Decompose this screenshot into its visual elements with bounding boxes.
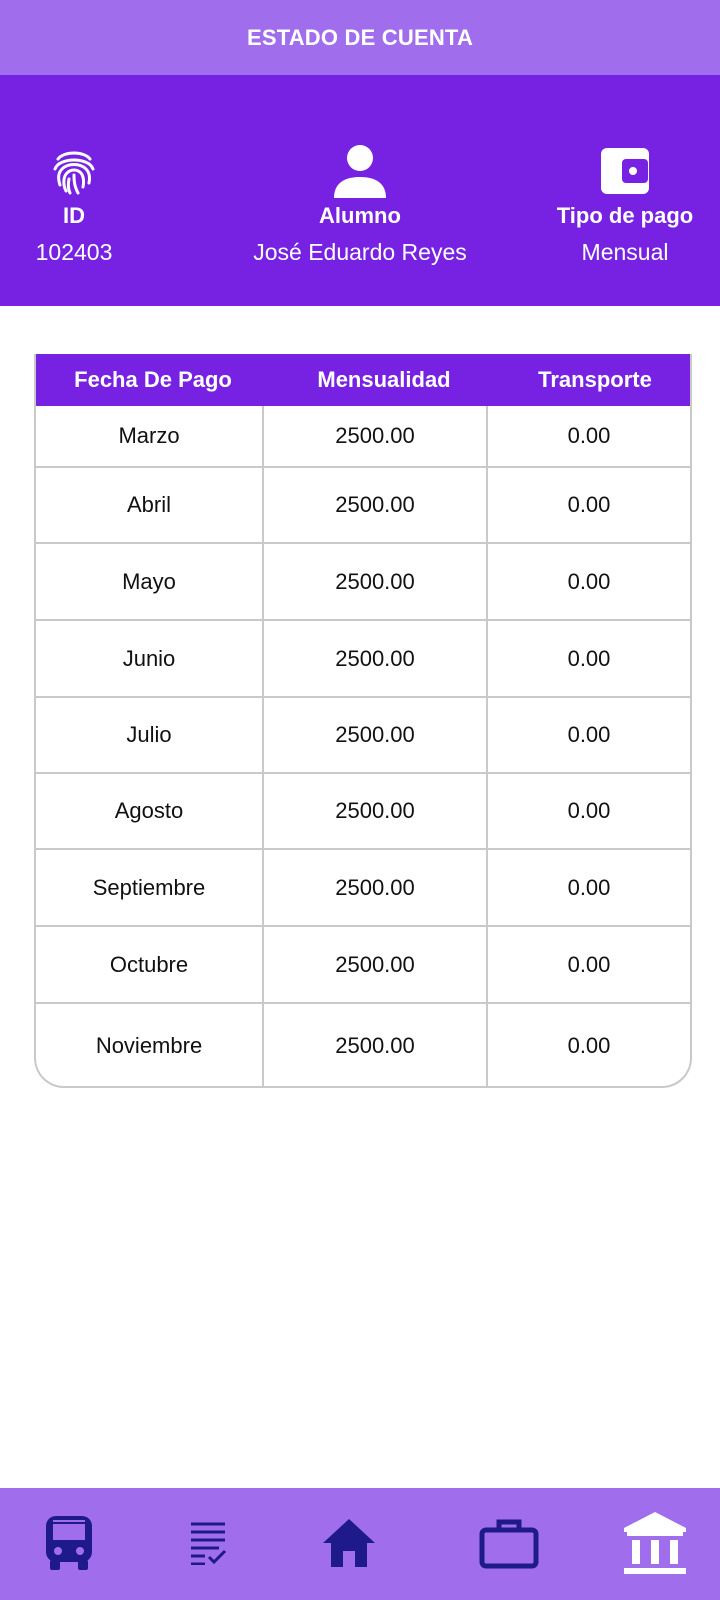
cell-month: Marzo xyxy=(36,406,264,466)
table-row: Julio 2500.00 0.00 xyxy=(36,698,690,774)
person-icon xyxy=(332,143,388,199)
page-title: ESTADO DE CUENTA xyxy=(246,24,474,50)
tipo-pago-value: Mensual xyxy=(581,239,669,265)
cell-mensualidad: 2500.00 xyxy=(264,927,488,1002)
bus-icon xyxy=(44,1514,94,1577)
nav-briefcase-button[interactable] xyxy=(474,1510,544,1580)
student-id-block: ID 102403 xyxy=(14,143,134,266)
cell-month: Junio xyxy=(36,621,264,696)
cell-transporte: 0.00 xyxy=(567,492,611,517)
bottom-navigation xyxy=(0,1488,720,1600)
table-row: Agosto 2500.00 0.00 xyxy=(36,774,690,850)
nav-bus-button[interactable] xyxy=(34,1510,104,1580)
cell-mensualidad: 2500.00 xyxy=(264,698,488,772)
cell-transporte: 0.00 xyxy=(567,874,611,900)
cell-month: Abril xyxy=(36,468,264,542)
table-row: Noviembre 2500.00 0.00 xyxy=(36,1004,690,1086)
alumno-label: Alumno xyxy=(319,203,401,228)
column-header-transporte: Transporte xyxy=(538,367,652,392)
table-row: Octubre 2500.00 0.00 xyxy=(36,927,690,1004)
fingerprint-icon xyxy=(46,143,102,199)
tipo-pago-label: Tipo de pago xyxy=(556,203,694,228)
cell-mensualidad: 2500.00 xyxy=(264,406,488,466)
student-name-block: Alumno José Eduardo Reyes xyxy=(230,143,490,266)
briefcase-icon xyxy=(479,1517,539,1574)
column-header-fecha: Fecha De Pago xyxy=(74,367,232,392)
table-row: Marzo 2500.00 0.00 xyxy=(36,406,690,468)
nav-home-button[interactable] xyxy=(314,1510,384,1580)
home-icon xyxy=(321,1517,377,1574)
table-row: Abril 2500.00 0.00 xyxy=(36,468,690,544)
nav-bank-button[interactable] xyxy=(620,1510,690,1580)
bank-icon xyxy=(622,1510,688,1581)
cell-transporte: 0.00 xyxy=(567,423,611,448)
payment-type-block: Tipo de pago Mensual xyxy=(540,143,710,266)
cell-transporte: 0.00 xyxy=(567,798,611,823)
cell-transporte: 0.00 xyxy=(567,951,611,977)
student-info-panel: ID 102403 Alumno José Eduardo Reyes Tipo… xyxy=(0,75,720,306)
cell-mensualidad: 2500.00 xyxy=(264,621,488,696)
cell-mensualidad: 2500.00 xyxy=(264,468,488,542)
table-row: Septiembre 2500.00 0.00 xyxy=(36,850,690,927)
cell-mensualidad: 2500.00 xyxy=(264,544,488,619)
cell-month: Octubre xyxy=(36,927,264,1002)
cell-month: Julio xyxy=(36,698,264,772)
cell-month: Septiembre xyxy=(36,850,264,925)
cell-month: Agosto xyxy=(36,774,264,848)
alumno-value: José Eduardo Reyes xyxy=(253,239,467,265)
cell-mensualidad: 2500.00 xyxy=(264,1004,488,1086)
cell-month: Mayo xyxy=(36,544,264,619)
cell-transporte: 0.00 xyxy=(567,722,611,747)
payments-table: Fecha De Pago Mensualidad Transporte Mar… xyxy=(34,354,692,1088)
wallet-icon xyxy=(597,143,653,199)
checklist-icon xyxy=(189,1521,227,1570)
table-row: Junio 2500.00 0.00 xyxy=(36,621,690,698)
cell-transporte: 0.00 xyxy=(567,568,611,594)
table-row: Mayo 2500.00 0.00 xyxy=(36,544,690,621)
cell-mensualidad: 2500.00 xyxy=(264,774,488,848)
id-value: 102403 xyxy=(35,239,113,265)
app-header: ESTADO DE CUENTA xyxy=(0,0,720,75)
id-label: ID xyxy=(63,203,85,228)
cell-mensualidad: 2500.00 xyxy=(264,850,488,925)
table-header: Fecha De Pago Mensualidad Transporte xyxy=(36,354,690,406)
column-header-mensualidad: Mensualidad xyxy=(317,367,451,392)
cell-transporte: 0.00 xyxy=(567,645,611,671)
cell-transporte: 0.00 xyxy=(567,1033,611,1058)
nav-checklist-button[interactable] xyxy=(173,1510,243,1580)
cell-month: Noviembre xyxy=(36,1004,264,1086)
